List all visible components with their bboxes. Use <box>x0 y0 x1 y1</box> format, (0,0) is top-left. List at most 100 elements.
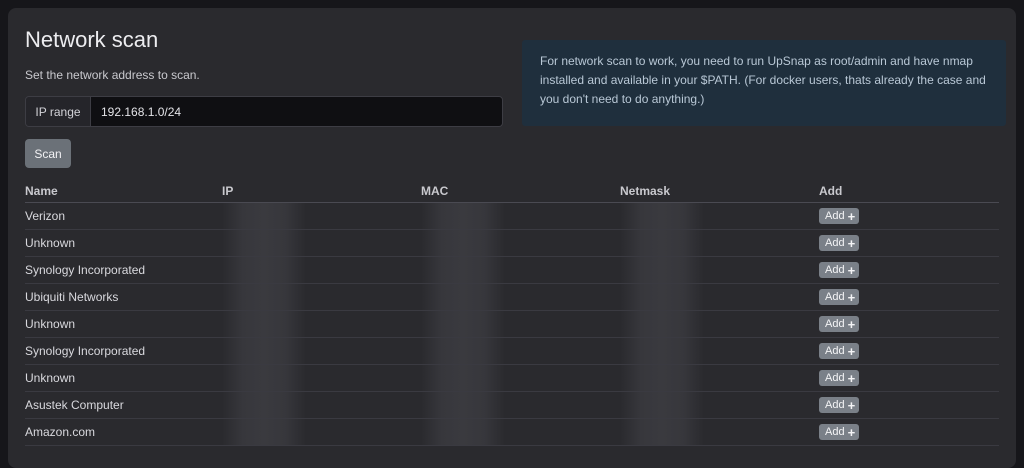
plus-icon: + <box>847 235 856 251</box>
device-mac-redacted <box>421 256 620 284</box>
table-row: Unknown Add + <box>25 229 999 257</box>
device-name: Unknown <box>25 310 222 338</box>
add-device-button[interactable]: Add + <box>819 262 860 278</box>
device-ip-redacted <box>222 283 421 311</box>
device-name: Synology Incorporated <box>25 256 222 284</box>
redacted-value <box>421 338 505 364</box>
device-mac-redacted <box>421 364 620 392</box>
add-cell: Add + <box>819 229 999 257</box>
device-ip-redacted <box>222 202 421 230</box>
add-button-label: Add <box>825 237 845 249</box>
info-alert-text: For network scan to work, you need to ru… <box>540 54 986 106</box>
add-button-label: Add <box>825 264 845 276</box>
plus-icon: + <box>847 397 856 413</box>
redacted-value <box>620 257 704 283</box>
page-subtitle: Set the network address to scan. <box>25 68 200 82</box>
device-name: Asustek Computer <box>25 391 222 419</box>
device-ip-redacted <box>222 229 421 257</box>
redacted-value <box>222 338 306 364</box>
redacted-value <box>222 257 306 283</box>
device-mac-redacted <box>421 229 620 257</box>
redacted-value <box>620 311 704 337</box>
header-add: Add <box>819 180 999 203</box>
scan-results-body: Verizon Add + Unknown Add + Synology Incorpora… <box>25 202 999 446</box>
plus-icon: + <box>847 208 856 224</box>
device-name: Unknown <box>25 229 222 257</box>
add-cell: Add + <box>819 283 999 311</box>
device-mac-redacted <box>421 310 620 338</box>
device-netmask-redacted <box>620 202 819 230</box>
add-button-label: Add <box>825 291 845 303</box>
device-ip-redacted <box>222 256 421 284</box>
ip-range-input[interactable] <box>91 97 502 126</box>
device-name: Amazon.com <box>25 418 222 446</box>
redacted-value <box>620 203 704 229</box>
add-cell: Add + <box>819 310 999 338</box>
plus-icon: + <box>847 370 856 386</box>
redacted-value <box>620 230 704 256</box>
device-ip-redacted <box>222 337 421 365</box>
redacted-value <box>222 230 306 256</box>
table-row: Synology Incorporated Add + <box>25 256 999 284</box>
add-cell: Add + <box>819 364 999 392</box>
table-row: Ubiquiti Networks Add + <box>25 283 999 311</box>
scan-button[interactable]: Scan <box>25 139 71 168</box>
plus-icon: + <box>847 424 856 440</box>
device-netmask-redacted <box>620 364 819 392</box>
device-mac-redacted <box>421 418 620 446</box>
add-device-button[interactable]: Add + <box>819 316 860 332</box>
add-cell: Add + <box>819 391 999 419</box>
device-netmask-redacted <box>620 418 819 446</box>
device-ip-redacted <box>222 310 421 338</box>
device-netmask-redacted <box>620 283 819 311</box>
redacted-value <box>222 311 306 337</box>
add-device-button[interactable]: Add + <box>819 289 860 305</box>
ip-range-label: IP range <box>26 97 91 126</box>
redacted-value <box>620 284 704 310</box>
header-name: Name <box>25 180 222 203</box>
add-button-label: Add <box>825 318 845 330</box>
add-device-button[interactable]: Add + <box>819 370 860 386</box>
info-alert: For network scan to work, you need to ru… <box>522 40 1006 126</box>
add-device-button[interactable]: Add + <box>819 235 860 251</box>
add-button-label: Add <box>825 426 845 438</box>
header-ip: IP <box>222 180 421 203</box>
add-device-button[interactable]: Add + <box>819 343 860 359</box>
header-mac: MAC <box>421 180 620 203</box>
add-device-button[interactable]: Add + <box>819 424 860 440</box>
device-netmask-redacted <box>620 391 819 419</box>
redacted-value <box>421 257 505 283</box>
device-ip-redacted <box>222 418 421 446</box>
table-row: Unknown Add + <box>25 310 999 338</box>
redacted-value <box>421 365 505 391</box>
add-cell: Add + <box>819 256 999 284</box>
redacted-value <box>620 338 704 364</box>
plus-icon: + <box>847 316 856 332</box>
redacted-value <box>222 419 306 445</box>
device-mac-redacted <box>421 337 620 365</box>
add-button-label: Add <box>825 399 845 411</box>
add-cell: Add + <box>819 202 999 230</box>
add-button-label: Add <box>825 210 845 222</box>
redacted-value <box>222 392 306 418</box>
device-ip-redacted <box>222 364 421 392</box>
add-cell: Add + <box>819 337 999 365</box>
table-row: Amazon.com Add + <box>25 418 999 446</box>
device-netmask-redacted <box>620 229 819 257</box>
device-mac-redacted <box>421 202 620 230</box>
redacted-value <box>620 392 704 418</box>
table-header-row: Name IP MAC Netmask Add <box>25 180 999 203</box>
header-netmask: Netmask <box>620 180 819 203</box>
add-device-button[interactable]: Add + <box>819 397 860 413</box>
redacted-value <box>222 203 306 229</box>
add-device-button[interactable]: Add + <box>819 208 860 224</box>
add-button-label: Add <box>825 372 845 384</box>
device-name: Verizon <box>25 202 222 230</box>
page-title: Network scan <box>25 27 159 52</box>
plus-icon: + <box>847 262 856 278</box>
redacted-value <box>421 230 505 256</box>
redacted-value <box>421 311 505 337</box>
device-netmask-redacted <box>620 310 819 338</box>
table-row: Synology Incorporated Add + <box>25 337 999 365</box>
device-name: Unknown <box>25 364 222 392</box>
